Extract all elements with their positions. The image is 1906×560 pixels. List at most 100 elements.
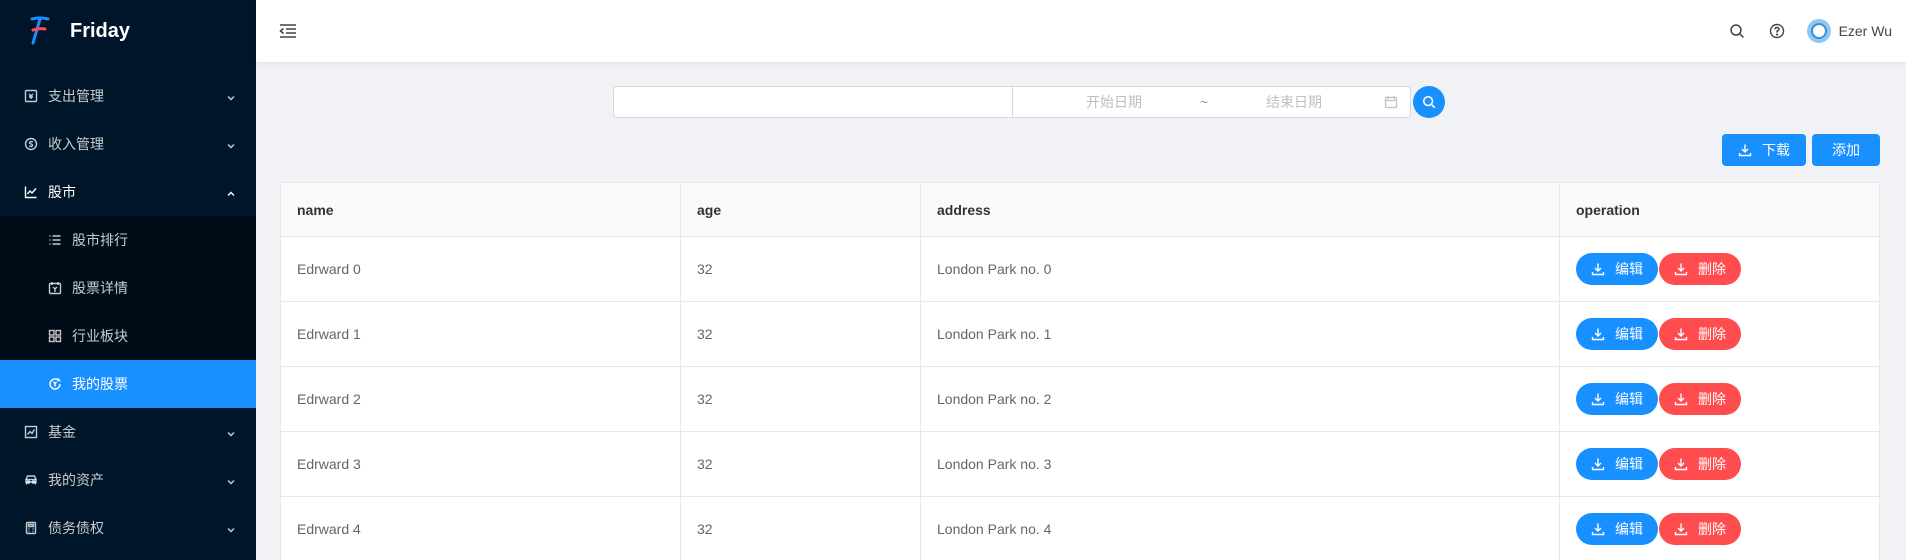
submenu-item-stock-ranking[interactable]: 股市排行: [0, 216, 256, 264]
chevron-up-icon: [226, 187, 236, 197]
cell-operation: 编辑 删除: [1560, 497, 1879, 560]
edit-button[interactable]: 编辑: [1576, 383, 1658, 415]
search-input[interactable]: [613, 86, 1013, 118]
table-row: Edrward 1 32 London Park no. 1 编辑 删除: [281, 302, 1879, 367]
chevron-down-icon: [226, 91, 236, 101]
column-header-operation: operation: [1576, 201, 1640, 218]
submenu-item-my-stocks[interactable]: 我的股票: [0, 360, 256, 408]
edit-button[interactable]: 编辑: [1576, 513, 1658, 545]
cell-operation: 编辑 删除: [1560, 302, 1879, 366]
cell-address: London Park no. 0: [921, 237, 1560, 301]
list-icon: [48, 233, 62, 247]
cell-age: 32: [681, 432, 921, 496]
submenu-item-stock-detail[interactable]: 股票详情: [0, 264, 256, 312]
menu-item-label: 支出管理: [48, 88, 104, 104]
table-row: Edrward 3 32 London Park no. 3 编辑 删除: [281, 432, 1879, 497]
download-icon: [1674, 458, 1688, 471]
logo[interactable]: Friday: [0, 0, 256, 62]
user-menu[interactable]: Ezer Wu: [1806, 19, 1892, 43]
date-range-separator: ~: [1199, 94, 1209, 110]
app-name: Friday: [70, 19, 131, 42]
menu-item-income[interactable]: 收入管理: [0, 120, 256, 168]
car-icon: [24, 473, 38, 487]
column-header-name[interactable]: name: [281, 183, 681, 236]
menu-item-fund[interactable]: 基金: [0, 408, 256, 456]
menu-fold-icon[interactable]: [278, 21, 298, 41]
menu-item-stock[interactable]: 股市: [0, 168, 256, 216]
cell-name: Edrward 3: [281, 432, 681, 496]
delete-label: 删除: [1698, 521, 1726, 537]
delete-button[interactable]: 删除: [1659, 383, 1741, 415]
cell-address: London Park no. 1: [921, 302, 1560, 366]
table-body: Edrward 0 32 London Park no. 0 编辑 删除 Edr…: [281, 237, 1879, 560]
edit-label: 编辑: [1615, 391, 1643, 407]
menu-item-label: 股市排行: [72, 232, 128, 248]
table-actions: 下载 添加: [1716, 134, 1880, 166]
cell-age: 32: [681, 497, 921, 560]
delete-label: 删除: [1698, 261, 1726, 277]
download-icon: [1591, 328, 1605, 341]
calendar-icon: [1384, 95, 1398, 109]
submenu-item-industry-sector[interactable]: 行业板块: [0, 312, 256, 360]
avatar: [1806, 19, 1831, 43]
header-actions: Ezer Wu: [1717, 19, 1906, 43]
column-header-age[interactable]: age: [681, 183, 921, 236]
menu-item-label: 股票详情: [72, 280, 128, 296]
search-icon: [1422, 95, 1436, 109]
delete-button[interactable]: 删除: [1659, 513, 1741, 545]
cell-operation: 编辑 删除: [1560, 367, 1879, 431]
edit-label: 编辑: [1615, 261, 1643, 277]
menu-item-label: 股市: [48, 184, 76, 200]
delete-label: 删除: [1698, 326, 1726, 342]
edit-label: 编辑: [1615, 326, 1643, 342]
download-icon: [1738, 144, 1752, 157]
start-date-placeholder: 开始日期: [1086, 94, 1142, 110]
delete-label: 删除: [1698, 391, 1726, 407]
menu-item-label: 基金: [48, 424, 76, 440]
add-button[interactable]: 添加: [1812, 134, 1880, 166]
cell-name: Edrward 4: [281, 497, 681, 560]
delete-label: 删除: [1698, 456, 1726, 472]
refresh-circle-icon: [48, 377, 62, 391]
download-label: 下载: [1762, 142, 1790, 158]
edit-button[interactable]: 编辑: [1576, 448, 1658, 480]
sidebar: Friday 支出管理 收入管理 股市 股市排行 股票详情 行业板块 我的股票: [0, 0, 256, 560]
edit-button[interactable]: 编辑: [1576, 253, 1658, 285]
date-range-picker[interactable]: 开始日期 ~ 结束日期: [1013, 86, 1411, 118]
edit-label: 编辑: [1615, 456, 1643, 472]
stock-submenu: 股市排行 股票详情 行业板块 我的股票: [0, 216, 256, 408]
delete-button[interactable]: 删除: [1659, 318, 1741, 350]
menu-item-label: 收入管理: [48, 136, 104, 152]
menu-item-expense[interactable]: 支出管理: [0, 72, 256, 120]
download-icon: [1674, 523, 1688, 536]
cell-age: 32: [681, 367, 921, 431]
cell-operation: 编辑 删除: [1560, 237, 1879, 301]
download-icon: [1591, 393, 1605, 406]
delete-button[interactable]: 删除: [1659, 448, 1741, 480]
friday-logo-icon: [30, 16, 50, 45]
menu-item-debts[interactable]: 债务债权: [0, 504, 256, 552]
search-icon[interactable]: [1729, 23, 1745, 39]
calculator-icon: [24, 521, 38, 535]
column-header-address[interactable]: address: [921, 183, 1560, 236]
wallet-icon: [24, 89, 38, 103]
dollar-circle-icon: [24, 137, 38, 151]
download-icon: [1674, 263, 1688, 276]
cell-age: 32: [681, 237, 921, 301]
download-button[interactable]: 下载: [1722, 134, 1806, 166]
search-button[interactable]: [1413, 86, 1445, 118]
menu-item-my-assets[interactable]: 我的资产: [0, 456, 256, 504]
cell-age: 32: [681, 302, 921, 366]
chevron-down-icon: [226, 427, 236, 437]
help-icon[interactable]: [1769, 23, 1785, 39]
add-label: 添加: [1832, 142, 1860, 158]
download-icon: [1591, 458, 1605, 471]
table-header-row: name age address operation: [281, 183, 1879, 237]
delete-button[interactable]: 删除: [1659, 253, 1741, 285]
menu-item-label: 我的股票: [72, 376, 128, 392]
table-row: Edrward 0 32 London Park no. 0 编辑 删除: [281, 237, 1879, 302]
edit-button[interactable]: 编辑: [1576, 318, 1658, 350]
download-icon: [1674, 328, 1688, 341]
download-icon: [1674, 393, 1688, 406]
chevron-down-icon: [226, 523, 236, 533]
